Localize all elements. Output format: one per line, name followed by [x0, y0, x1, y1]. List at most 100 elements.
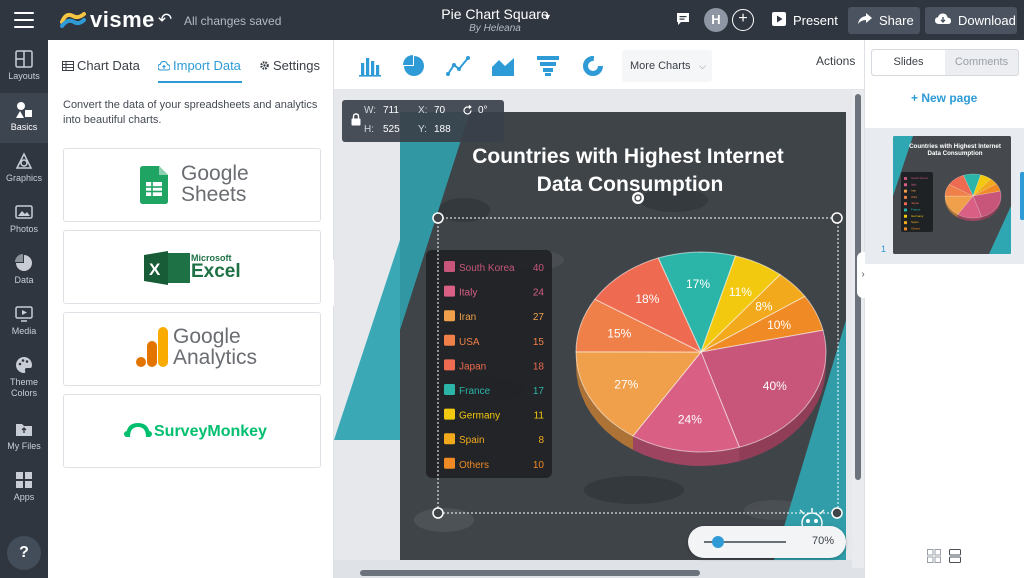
- surveymonkey-label: SurveyMonkey: [154, 423, 267, 440]
- legend-value: 18: [533, 361, 545, 372]
- add-collaborator-icon[interactable]: +: [732, 9, 754, 31]
- chevron-down-icon[interactable]: ▾: [545, 12, 550, 23]
- legend-swatch: [904, 195, 907, 199]
- resize-handle-top-left[interactable]: [432, 212, 444, 224]
- thumb-title-line1: Countries with Highest Internet: [909, 143, 1001, 150]
- more-charts-dropdown[interactable]: More Charts ⌵: [622, 50, 712, 82]
- new-page-button[interactable]: + New page: [911, 91, 977, 105]
- undo-icon[interactable]: ↶: [158, 10, 172, 30]
- horizontal-scrollbar-thumb[interactable]: [360, 570, 700, 576]
- resize-handle-top-right[interactable]: [831, 212, 843, 224]
- vertical-scrollbar[interactable]: [852, 90, 864, 568]
- zoom-control: 70%: [688, 526, 846, 558]
- google-sheets-button[interactable]: Google Sheets: [63, 148, 321, 222]
- comment-icon[interactable]: [676, 12, 690, 26]
- y-value[interactable]: 188: [434, 124, 451, 135]
- avatar[interactable]: H: [704, 8, 728, 32]
- google-sheets-label-line1: Google: [181, 162, 249, 185]
- width-value[interactable]: 711: [383, 105, 399, 116]
- sidebar-item-label: Apps: [13, 492, 35, 502]
- pie-chart-icon[interactable]: [402, 55, 426, 77]
- cloud-upload-icon: [157, 60, 171, 71]
- height-value[interactable]: 525: [383, 124, 400, 135]
- slide-thumbnail-row[interactable]: 1 Countries with Highest Internet Data C…: [865, 128, 1024, 264]
- resize-handle-bottom-left[interactable]: [432, 507, 444, 519]
- legend-label: USA: [911, 195, 917, 199]
- actions-menu[interactable]: Actions: [816, 54, 855, 68]
- legend-swatch: [904, 227, 907, 231]
- save-status: All changes saved: [184, 14, 282, 28]
- present-button[interactable]: Present: [762, 7, 842, 34]
- document-title[interactable]: Pie Chart Square: [410, 6, 580, 22]
- tab-settings[interactable]: Settings: [259, 58, 320, 73]
- chart-title-line1: Countries with Highest Internet: [472, 145, 784, 168]
- sidebar-item-apps[interactable]: Apps: [0, 463, 48, 513]
- horizontal-scrollbar[interactable]: [354, 568, 834, 578]
- sidebar-item-layouts[interactable]: Layouts: [0, 42, 48, 92]
- lock-icon[interactable]: [351, 113, 361, 126]
- legend-swatch: [904, 189, 907, 193]
- sidebar-item-photos[interactable]: Photos: [0, 195, 48, 245]
- play-icon: [772, 12, 786, 29]
- zoom-slider-knob[interactable]: [712, 536, 724, 548]
- grid-view-icon[interactable]: [927, 549, 941, 563]
- pie-chart[interactable]: 17% 11%8% 10% 40% 24% 27% 15% 18%: [575, 251, 827, 466]
- funnel-chart-icon[interactable]: [536, 55, 560, 77]
- legend-swatch: [904, 214, 907, 218]
- share-button[interactable]: Share: [848, 7, 920, 34]
- legend-label: Others: [459, 460, 489, 471]
- menu-icon[interactable]: [14, 12, 34, 28]
- surveymonkey-button[interactable]: SurveyMonkey: [63, 394, 321, 468]
- donut-chart-icon[interactable]: [581, 55, 605, 77]
- rotate-handle-icon[interactable]: [632, 192, 644, 204]
- x-value[interactable]: 70: [434, 105, 445, 116]
- width-label: W:: [364, 105, 377, 116]
- rotation-value[interactable]: 0°: [478, 105, 488, 116]
- google-analytics-button[interactable]: Google Analytics: [63, 312, 321, 386]
- legend-label: Japan: [459, 361, 486, 372]
- visme-logo-icon: [60, 12, 86, 28]
- canvas-area: Countries with Highest Internet Data Con…: [334, 90, 864, 578]
- sidebar-item-basics[interactable]: Basics: [0, 93, 48, 143]
- visme-logo[interactable]: visme: [60, 7, 155, 32]
- present-label: Present: [793, 13, 838, 28]
- tab-import-data[interactable]: Import Data: [157, 58, 241, 73]
- area-chart-icon[interactable]: [491, 55, 515, 77]
- pie-slice-label: 18%: [635, 292, 659, 306]
- slide-canvas[interactable]: Countries with Highest Internet Data Con…: [334, 90, 852, 560]
- x-label: X:: [418, 105, 428, 116]
- tab-chart-data[interactable]: Chart Data: [62, 58, 140, 73]
- surveymonkey-icon: [124, 423, 152, 438]
- slide-thumbnail[interactable]: Countries with Highest Internet Data Con…: [893, 136, 1011, 254]
- help-button[interactable]: ?: [7, 536, 41, 570]
- legend-label: Iran: [911, 189, 917, 193]
- legend-swatch: [904, 221, 907, 225]
- data-panel: Chart Data Import Data Settings Convert …: [48, 40, 334, 578]
- sidebar-item-my-files[interactable]: My Files: [0, 412, 48, 462]
- legend-swatch: [444, 310, 455, 322]
- download-button[interactable]: Download: [925, 7, 1017, 34]
- table-icon: [62, 61, 74, 71]
- google-analytics-label: Google Analytics: [173, 326, 257, 368]
- document-title-area[interactable]: Pie Chart Square By Heleana: [410, 6, 580, 34]
- sidebar-item-theme-colors[interactable]: Theme Colors: [0, 348, 48, 408]
- tab-comments[interactable]: Comments: [945, 50, 1018, 75]
- logo-text: visme: [90, 7, 155, 32]
- bar-chart-icon[interactable]: [358, 55, 382, 77]
- microsoft-excel-button[interactable]: X Microsoft Excel: [63, 230, 321, 304]
- rotate-icon: [463, 105, 472, 115]
- palette-icon: [16, 357, 32, 373]
- line-chart-icon[interactable]: [446, 55, 470, 77]
- list-view-icon[interactable]: [949, 549, 961, 563]
- sidebar-item-graphics[interactable]: Graphics: [0, 144, 48, 194]
- resize-handle-bottom-right[interactable]: [831, 507, 843, 519]
- graphics-icon: [15, 152, 33, 169]
- sidebar-item-media[interactable]: Media: [0, 297, 48, 347]
- more-charts-label: More Charts: [630, 60, 691, 72]
- left-icon-sidebar: Layouts Basics Graphics Photos Data Medi…: [0, 40, 48, 578]
- tab-label: Import Data: [173, 58, 241, 73]
- legend-swatch: [904, 177, 907, 180]
- tab-slides[interactable]: Slides: [872, 50, 945, 75]
- sidebar-item-data[interactable]: Data: [0, 246, 48, 296]
- sidebar-item-label: My Files: [7, 441, 41, 451]
